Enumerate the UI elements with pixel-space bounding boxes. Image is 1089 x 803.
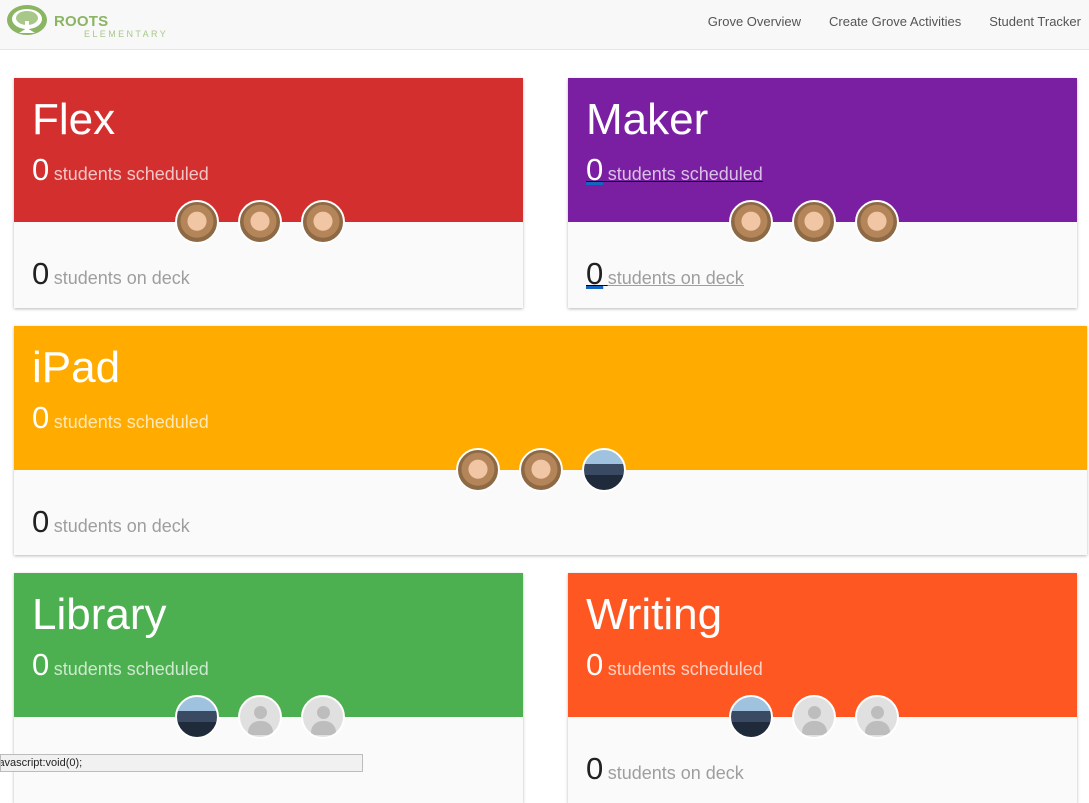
student-avatar-placeholder[interactable]	[855, 695, 899, 739]
brand-logo[interactable]: ROOTS ELEMENTARY	[5, 4, 166, 40]
grove-card-maker[interactable]: Maker 0 students scheduled 0 students on…	[568, 78, 1077, 308]
scheduled-count: 0 students scheduled	[32, 647, 209, 683]
student-avatar[interactable]	[582, 448, 626, 492]
brand-tagline: ELEMENTARY	[84, 29, 169, 39]
student-avatar[interactable]	[301, 200, 345, 244]
student-avatars	[729, 695, 899, 739]
student-avatars	[175, 200, 345, 244]
student-avatar[interactable]	[519, 448, 563, 492]
nav-grove-overview[interactable]: Grove Overview	[694, 0, 815, 44]
student-avatar[interactable]	[729, 695, 773, 739]
on-deck-count: 0 students on deck	[32, 504, 190, 540]
top-navbar: ROOTS ELEMENTARY Grove Overview Create G…	[0, 0, 1089, 50]
nav-student-tracker[interactable]: Student Tracker	[975, 0, 1089, 44]
on-deck-label: students on deck	[53, 516, 190, 536]
student-avatars	[175, 695, 345, 739]
student-avatar[interactable]	[175, 695, 219, 739]
student-avatar-placeholder[interactable]	[238, 695, 282, 739]
scheduled-number: 0	[586, 647, 604, 682]
grove-title: Library	[32, 590, 167, 639]
on-deck-number: 0	[586, 751, 604, 786]
nav-create-grove-activities[interactable]: Create Grove Activities	[815, 0, 975, 44]
on-deck-number: 0	[586, 256, 604, 291]
scheduled-label: students scheduled	[607, 164, 763, 184]
grove-card-ipad[interactable]: iPad 0 students scheduled 0 students on …	[14, 326, 1087, 555]
nav-links: Grove Overview Create Grove Activities S…	[694, 0, 1089, 44]
student-avatar[interactable]	[729, 200, 773, 244]
scheduled-label: students scheduled	[53, 659, 209, 679]
browser-status-bar: javascript:void(0);	[0, 754, 363, 772]
student-avatar[interactable]	[456, 448, 500, 492]
student-avatars	[729, 200, 899, 244]
scheduled-link[interactable]: 0 students scheduled	[586, 152, 763, 188]
student-avatar[interactable]	[855, 200, 899, 244]
grove-title: Flex	[32, 95, 116, 144]
scheduled-count: 0 students scheduled	[586, 647, 763, 683]
student-avatar[interactable]	[792, 200, 836, 244]
scheduled-number: 0	[32, 152, 50, 187]
student-avatars	[456, 448, 626, 492]
scheduled-number: 0	[32, 400, 50, 435]
scheduled-number: 0	[586, 152, 604, 187]
on-deck-number: 0	[32, 256, 50, 291]
scheduled-label: students scheduled	[53, 164, 209, 184]
grove-title: Writing	[586, 590, 723, 639]
scheduled-label: students scheduled	[53, 412, 209, 432]
on-deck-count: 0 students on deck	[586, 751, 744, 787]
on-deck-count: 0 students on deck	[32, 256, 190, 292]
student-avatar-placeholder[interactable]	[792, 695, 836, 739]
tree-logo-icon	[7, 5, 47, 35]
grove-card-flex[interactable]: Flex 0 students scheduled 0 students on …	[14, 78, 523, 308]
on-deck-label: students on deck	[607, 763, 744, 783]
scheduled-count: 0 students scheduled	[32, 400, 209, 436]
on-deck-link[interactable]: 0 students on deck	[586, 256, 744, 292]
scheduled-label: students scheduled	[607, 659, 763, 679]
scheduled-count: 0 students scheduled	[32, 152, 209, 188]
on-deck-label: students on deck	[53, 268, 190, 288]
grove-title: iPad	[32, 343, 121, 392]
grove-card-writing[interactable]: Writing 0 students scheduled 0 students …	[568, 573, 1077, 803]
student-avatar[interactable]	[175, 200, 219, 244]
scheduled-number: 0	[32, 647, 50, 682]
grove-title: Maker	[586, 95, 709, 144]
on-deck-number: 0	[32, 504, 50, 539]
student-avatar[interactable]	[238, 200, 282, 244]
brand-name: ROOTS	[54, 13, 109, 30]
student-avatar-placeholder[interactable]	[301, 695, 345, 739]
on-deck-label: students on deck	[607, 268, 744, 288]
